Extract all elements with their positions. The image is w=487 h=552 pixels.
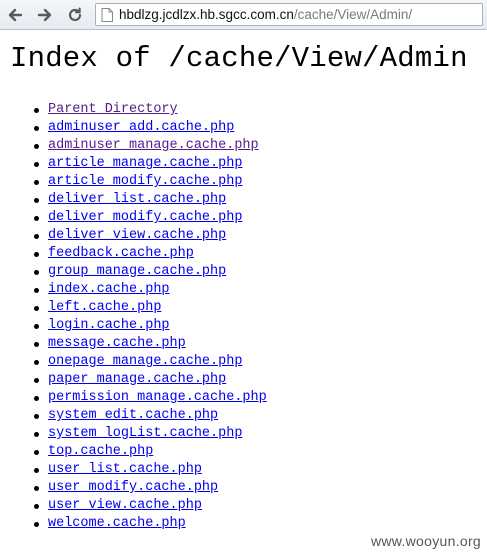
browser-toolbar: hbdlzg.jcdlzx.hb.sgcc.com.cn/cache/View/… <box>0 0 487 30</box>
file-link[interactable]: permission_manage.cache.php <box>48 390 267 405</box>
list-item: group_manage.cache.php <box>34 263 267 281</box>
file-link[interactable]: left.cache.php <box>48 300 161 315</box>
list-item: article_modify.cache.php <box>34 173 267 191</box>
reload-icon[interactable] <box>64 4 86 26</box>
file-link[interactable]: login.cache.php <box>48 318 170 333</box>
file-link[interactable]: user_view.cache.php <box>48 498 202 513</box>
parent-directory-link[interactable]: Parent Directory <box>48 102 178 117</box>
list-item: adminuser_manage.cache.php <box>34 137 267 155</box>
list-item: message.cache.php <box>34 335 267 353</box>
back-arrow-icon[interactable] <box>4 4 26 26</box>
file-link[interactable]: article_modify.cache.php <box>48 174 242 189</box>
list-item: left.cache.php <box>34 299 267 317</box>
page-icon <box>101 7 113 22</box>
file-link[interactable]: user_list.cache.php <box>48 462 202 477</box>
list-item: paper_manage.cache.php <box>34 371 267 389</box>
file-link[interactable]: system_logList.cache.php <box>48 426 242 441</box>
file-link[interactable]: index.cache.php <box>48 282 170 297</box>
list-item: welcome.cache.php <box>34 515 267 533</box>
file-link[interactable]: feedback.cache.php <box>48 246 194 261</box>
url-path: /cache/View/Admin/ <box>293 7 413 22</box>
list-item: user_list.cache.php <box>34 461 267 479</box>
list-item: system_edit.cache.php <box>34 407 267 425</box>
list-item: top.cache.php <box>34 443 267 461</box>
list-item: onepage_manage.cache.php <box>34 353 267 371</box>
file-link[interactable]: message.cache.php <box>48 336 186 351</box>
list-item: user_modify.cache.php <box>34 479 267 497</box>
watermark: www.wooyun.org <box>370 533 481 549</box>
list-item: permission_manage.cache.php <box>34 389 267 407</box>
file-link[interactable]: deliver_view.cache.php <box>48 228 226 243</box>
list-item: adminuser_add.cache.php <box>34 119 267 137</box>
list-item: index.cache.php <box>34 281 267 299</box>
file-link[interactable]: adminuser_add.cache.php <box>48 120 234 135</box>
list-item: Parent Directory <box>34 101 267 119</box>
list-item: deliver_modify.cache.php <box>34 209 267 227</box>
file-link[interactable]: system_edit.cache.php <box>48 408 218 423</box>
directory-listing: Parent Directory adminuser_add.cache.php… <box>0 101 267 533</box>
file-link[interactable]: adminuser_manage.cache.php <box>48 138 259 153</box>
file-link[interactable]: onepage_manage.cache.php <box>48 354 242 369</box>
list-item: deliver_view.cache.php <box>34 227 267 245</box>
file-link[interactable]: article_manage.cache.php <box>48 156 242 171</box>
forward-arrow-icon[interactable] <box>34 4 56 26</box>
list-item: article_manage.cache.php <box>34 155 267 173</box>
file-link[interactable]: user_modify.cache.php <box>48 480 218 495</box>
list-item: deliver_list.cache.php <box>34 191 267 209</box>
list-item: user_view.cache.php <box>34 497 267 515</box>
file-link[interactable]: deliver_list.cache.php <box>48 192 226 207</box>
file-link[interactable]: group_manage.cache.php <box>48 264 226 279</box>
page-title: Index of /cache/View/Admin <box>10 42 468 75</box>
address-bar[interactable]: hbdlzg.jcdlzx.hb.sgcc.com.cn/cache/View/… <box>95 3 483 26</box>
list-item: feedback.cache.php <box>34 245 267 263</box>
file-link[interactable]: welcome.cache.php <box>48 516 186 531</box>
url-host: hbdlzg.jcdlzx.hb.sgcc.com.cn <box>119 7 294 22</box>
file-link[interactable]: top.cache.php <box>48 444 153 459</box>
list-item: system_logList.cache.php <box>34 425 267 443</box>
list-item: login.cache.php <box>34 317 267 335</box>
file-link[interactable]: deliver_modify.cache.php <box>48 210 242 225</box>
file-link[interactable]: paper_manage.cache.php <box>48 372 226 387</box>
